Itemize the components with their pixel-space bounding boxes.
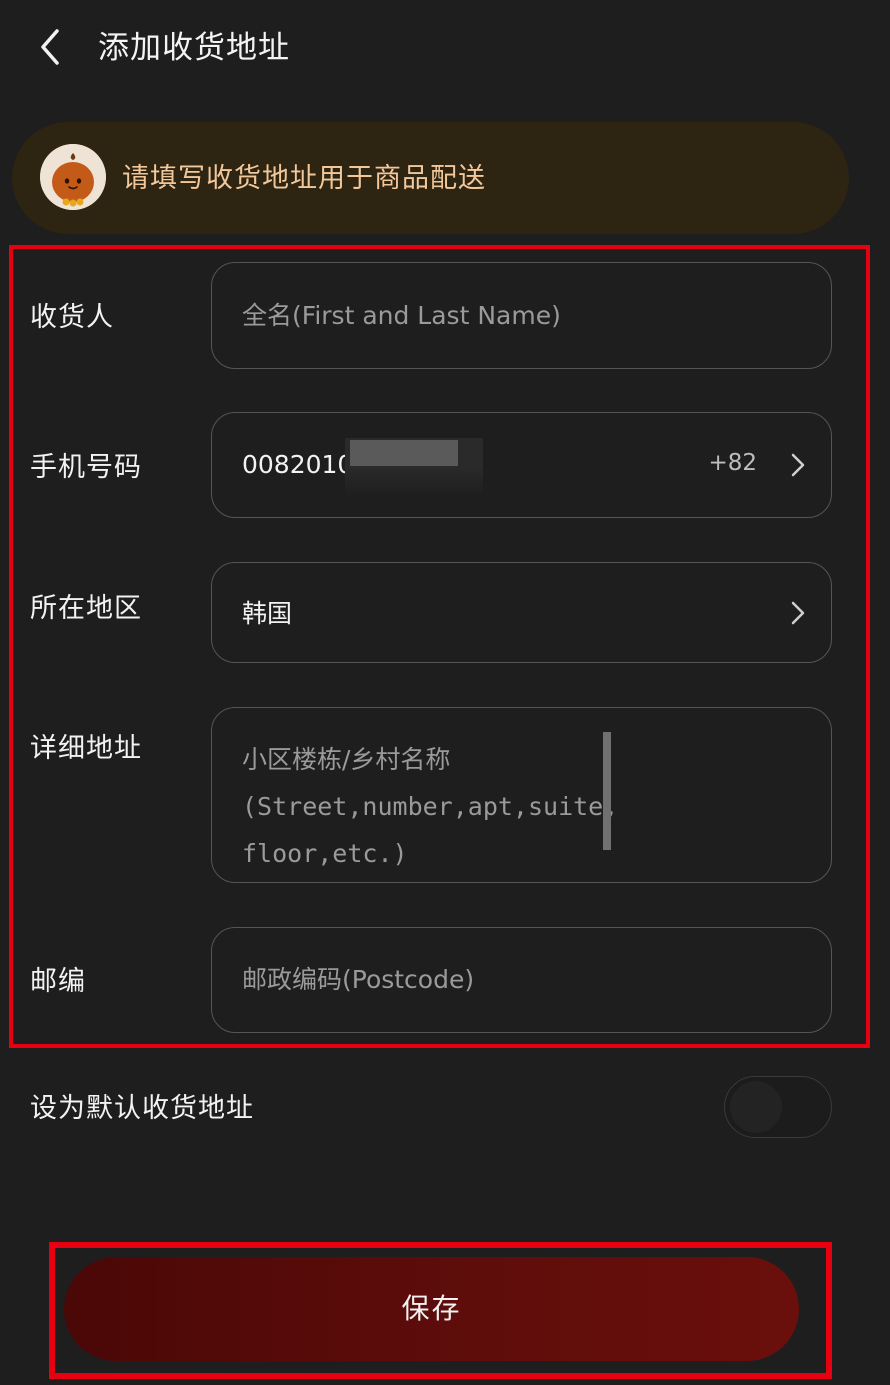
region-selector[interactable]: 韩国 [211, 562, 832, 663]
address-placeholder-line2: (Street,number,apt,suite,floor,etc.) [242, 792, 619, 868]
phone-value: 0082010 [242, 450, 354, 479]
save-button[interactable]: 保存 [64, 1257, 799, 1361]
page-title: 添加收货地址 [98, 30, 290, 66]
notice-banner: 请填写收货地址用于商品配送 [12, 122, 849, 234]
chevron-left-icon [41, 29, 59, 65]
address-textarea[interactable]: 小区楼栋/乡村名称 (Street,number,apt,suite,floor… [211, 707, 832, 883]
recipient-placeholder: 全名(First and Last Name) [242, 301, 561, 330]
recipient-input[interactable]: 全名(First and Last Name) [211, 262, 832, 369]
country-code-selector[interactable]: +82 [708, 446, 757, 480]
address-placeholder: 小区楼栋/乡村名称 (Street,number,apt,suite,floor… [242, 736, 622, 877]
address-label: 详细地址 [30, 733, 142, 764]
chevron-right-icon [787, 597, 809, 629]
postcode-placeholder: 邮政编码(Postcode) [242, 965, 475, 994]
toggle-knob [730, 1081, 782, 1133]
default-address-toggle[interactable] [724, 1076, 832, 1138]
save-button-label: 保存 [401, 1292, 462, 1325]
region-value: 韩国 [242, 599, 293, 628]
text-caret [603, 732, 611, 850]
phone-label: 手机号码 [30, 452, 142, 483]
recipient-label: 收货人 [30, 302, 114, 333]
mascot-avatar-icon [40, 144, 106, 210]
notice-text: 请填写收货地址用于商品配送 [122, 163, 486, 194]
chevron-right-icon[interactable] [787, 449, 809, 481]
app-header: 添加收货地址 [0, 0, 890, 96]
region-label: 所在地区 [30, 593, 142, 624]
postcode-label: 邮编 [30, 966, 86, 997]
default-address-label: 设为默认收货地址 [30, 1093, 254, 1124]
address-placeholder-line1: 小区楼栋/乡村名称 [242, 745, 451, 774]
back-button[interactable] [28, 22, 72, 72]
redacted-phone-overlay [350, 440, 458, 466]
phone-input[interactable]: 0082010 +82 [211, 412, 832, 518]
postcode-input[interactable]: 邮政编码(Postcode) [211, 927, 832, 1033]
